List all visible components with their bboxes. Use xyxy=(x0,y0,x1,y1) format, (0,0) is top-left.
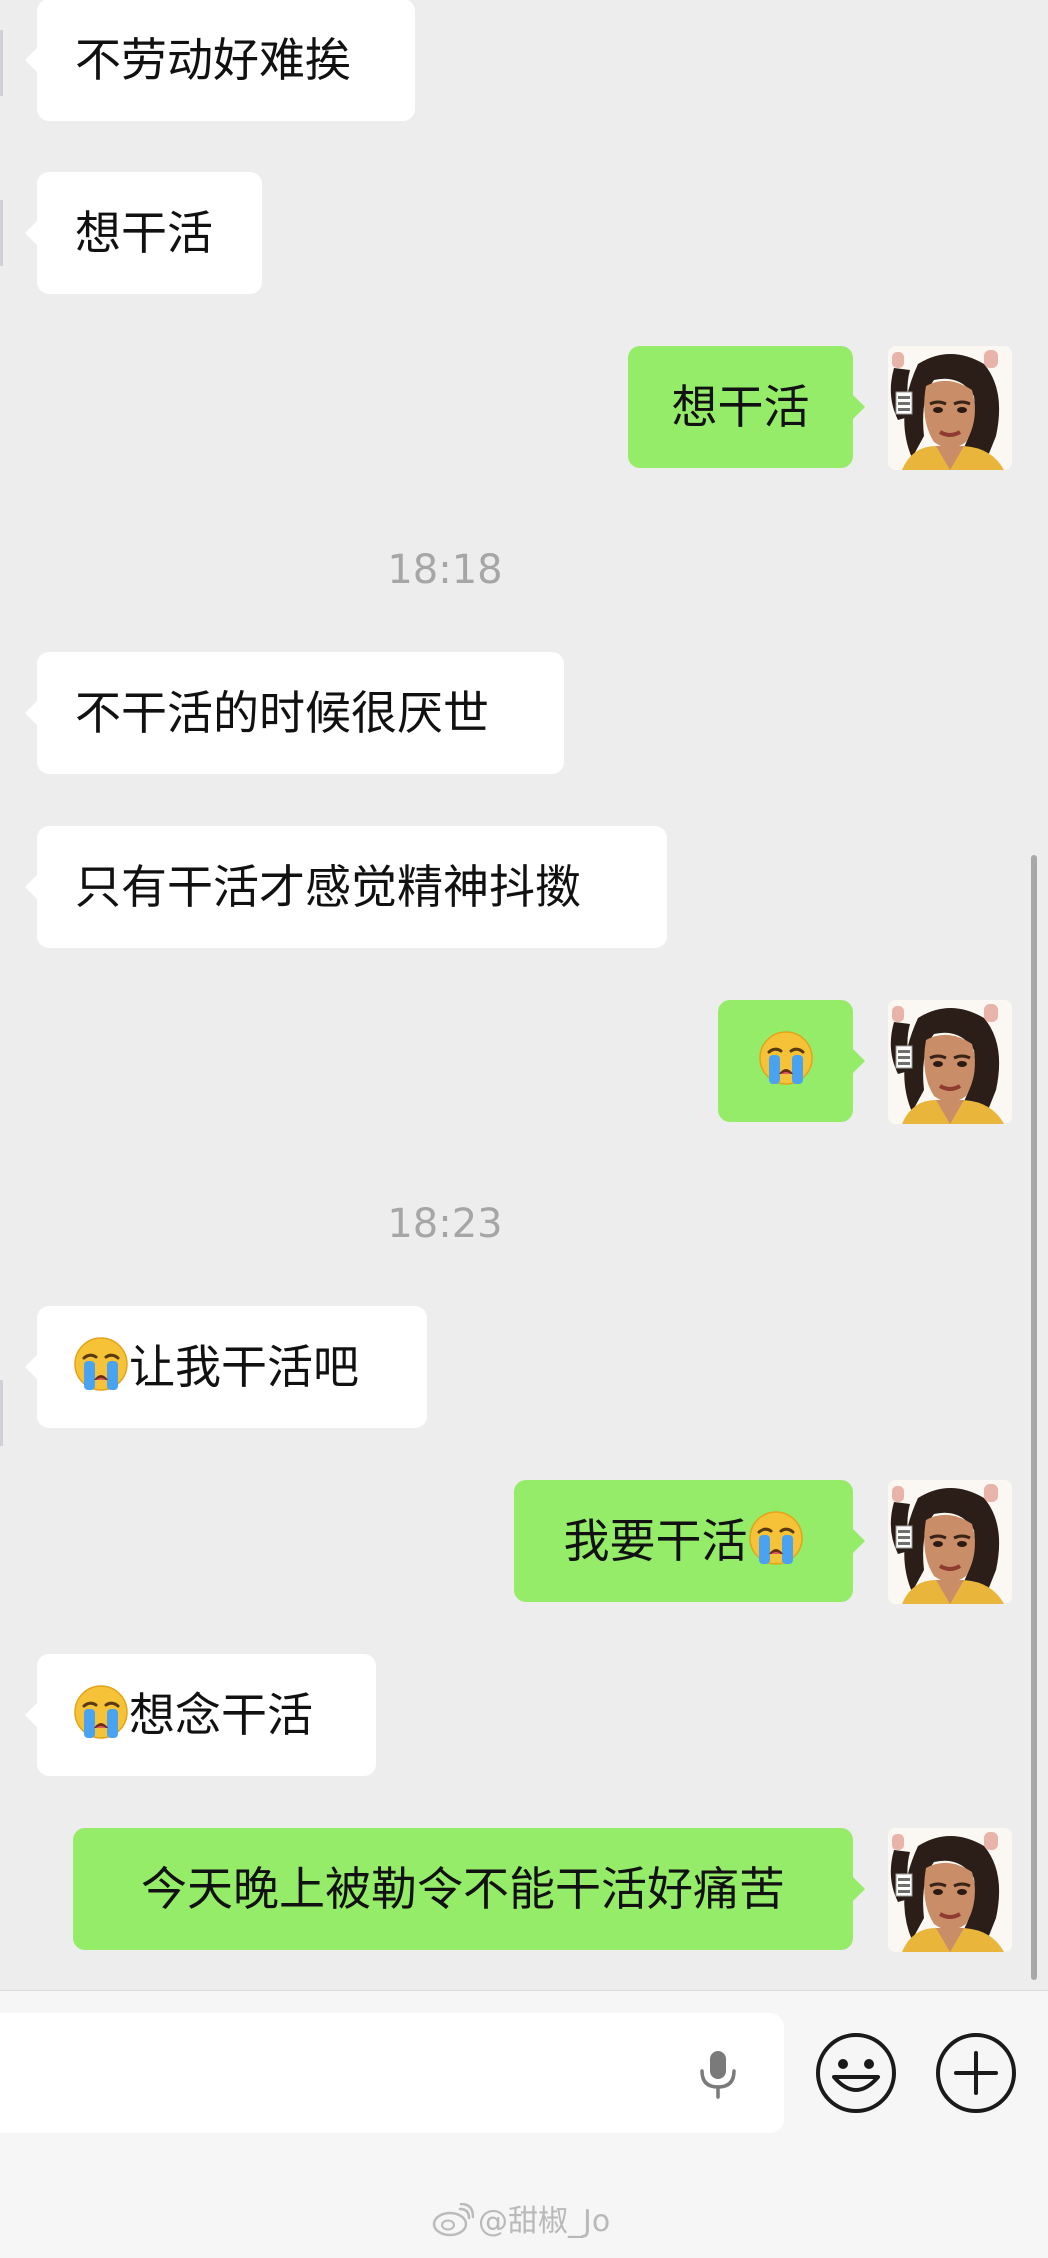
loudly-crying-face-icon xyxy=(73,1684,129,1740)
timestamp: 18:23 xyxy=(387,1201,503,1247)
avatar[interactable] xyxy=(888,346,1012,470)
avatar[interactable] xyxy=(888,1828,1012,1952)
loudly-crying-face-icon xyxy=(758,1030,814,1086)
avatar-image xyxy=(888,1828,1012,1952)
message-bubble-outgoing[interactable]: 今天晚上被勒令不能干活好痛苦 xyxy=(73,1828,865,1950)
message-bubble-incoming[interactable]: 只有干活才感觉精神抖擞 xyxy=(25,826,667,948)
loudly-crying-face-icon xyxy=(73,1336,129,1392)
microphone-icon[interactable] xyxy=(690,2045,746,2101)
message-bubble-incoming[interactable]: 不劳动好难挨 xyxy=(25,0,415,121)
avatar-image xyxy=(888,346,1012,470)
plus-icon[interactable] xyxy=(934,2031,1018,2115)
message-bubble-incoming[interactable]: 不干活的时候很厌世 xyxy=(25,652,564,774)
message-bubble-outgoing[interactable]: 想干活 xyxy=(628,346,865,468)
loudly-crying-face-icon xyxy=(748,1510,804,1566)
avatar[interactable] xyxy=(888,1000,1012,1124)
message-text: 我要干活 xyxy=(563,1514,748,1568)
emoji-icon[interactable] xyxy=(814,2031,898,2115)
scroll-edge-mark xyxy=(0,200,3,266)
message-text: 今天晚上被勒令不能干活好痛苦 xyxy=(141,1862,785,1916)
message-text: 只有干活才感觉精神抖擞 xyxy=(75,860,581,914)
message-text: 想干活 xyxy=(75,206,213,260)
avatar-image xyxy=(888,1000,1012,1124)
message-bubble-incoming[interactable]: 让我干活吧 xyxy=(25,1306,427,1428)
message-bubble-outgoing[interactable]: 我要干活 xyxy=(514,1480,865,1602)
message-bubble-outgoing[interactable] xyxy=(718,1000,865,1122)
avatar[interactable] xyxy=(888,1480,1012,1604)
message-text: 想念干活 xyxy=(129,1688,313,1742)
message-text: 不劳动好难挨 xyxy=(75,33,351,87)
weibo-icon xyxy=(432,2203,474,2237)
watermark: @甜椒_Jo xyxy=(432,2200,610,2244)
watermark-text: @甜椒_Jo xyxy=(478,2204,611,2239)
message-text: 想干活 xyxy=(671,380,810,434)
message-bubble-incoming[interactable]: 想念干活 xyxy=(25,1654,376,1776)
timestamp: 18:18 xyxy=(387,547,503,593)
message-bubble-incoming[interactable]: 想干活 xyxy=(25,172,262,294)
scroll-edge-mark xyxy=(0,1380,3,1446)
message-text: 让我干活吧 xyxy=(129,1340,359,1394)
message-text: 不干活的时候很厌世 xyxy=(75,686,489,740)
message-input[interactable] xyxy=(0,2013,784,2133)
chat-area[interactable]: 不劳动好难挨 想干活 想干活 18:18 不干活的时候很厌世 只有干活才感觉精神… xyxy=(0,0,1048,1990)
avatar-image xyxy=(888,1480,1012,1604)
scrollbar[interactable] xyxy=(1031,855,1037,1980)
scroll-edge-mark xyxy=(0,30,3,96)
